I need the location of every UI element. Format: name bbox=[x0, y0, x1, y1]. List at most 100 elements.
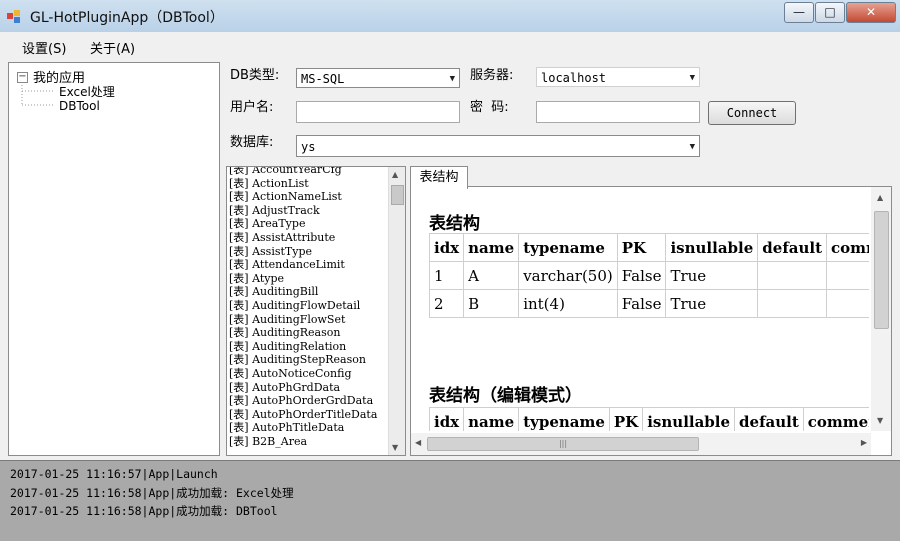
table-cell: False bbox=[616, 261, 667, 290]
scroll-up-icon[interactable]: ▲ bbox=[392, 170, 398, 179]
username-label: 用户名: bbox=[230, 100, 274, 115]
structure-hscrollbar[interactable]: ◀ ||| ▶ bbox=[411, 433, 871, 455]
username-input[interactable] bbox=[296, 101, 460, 123]
table-list-item[interactable]: [表] AssistType bbox=[229, 245, 387, 259]
menu-about[interactable]: 关于(A) bbox=[90, 38, 135, 57]
tree-lines bbox=[21, 82, 55, 106]
database-label: 数据库: bbox=[230, 135, 274, 150]
tab-structure[interactable]: 表结构 bbox=[410, 166, 468, 189]
table-list-item[interactable]: [表] AutoPhOrderGrdData bbox=[229, 394, 387, 408]
table-list-item[interactable]: [表] AutoPhTitleData bbox=[229, 421, 387, 435]
close-button[interactable]: ✕ bbox=[846, 2, 896, 23]
server-value: localhost bbox=[541, 71, 607, 85]
structure-header-row: idxnametypenamePKisnullabledefaultcommen… bbox=[428, 233, 869, 262]
table-list-item[interactable]: [表] AccountYearCfg bbox=[229, 167, 387, 177]
table-row[interactable]: 2 Bint(4) False True bbox=[428, 289, 869, 318]
scroll-down-icon[interactable]: ▼ bbox=[392, 443, 398, 452]
log-panel: 2017-01-25 11:16:57|App|Launch 2017-01-2… bbox=[0, 460, 900, 541]
table-list-item[interactable]: [表] ActionList bbox=[229, 177, 387, 191]
server-select[interactable]: localhost ▼ bbox=[536, 67, 700, 87]
structure-col-PK: PK bbox=[616, 233, 667, 262]
structure-col-default: default bbox=[757, 233, 828, 262]
structure-edit-header-row: idxnametypenamePKisnullabledefaultcommen… bbox=[428, 407, 869, 431]
table-cell: True bbox=[665, 261, 759, 290]
table-list-item[interactable]: [表] AuditingFlowDetail bbox=[229, 299, 387, 313]
structure-edit-table[interactable]: idxnametypenamePKisnullabledefaultcommen… bbox=[428, 407, 869, 431]
table-cell bbox=[757, 289, 828, 318]
table-list-item[interactable]: [表] AutoPhGrdData bbox=[229, 381, 387, 395]
structure-edit-col-PK: PK bbox=[608, 407, 644, 431]
table-cell: B bbox=[463, 289, 520, 318]
app-icon bbox=[7, 10, 20, 23]
scroll-down-icon[interactable]: ▼ bbox=[877, 416, 883, 425]
scroll-left-icon[interactable]: ◀ bbox=[415, 438, 421, 447]
table-cell bbox=[826, 261, 869, 290]
minimize-button[interactable]: — bbox=[784, 2, 814, 23]
chevron-down-icon: ▼ bbox=[449, 74, 455, 84]
table-list-item[interactable]: [表] AuditingBill bbox=[229, 285, 387, 299]
scroll-up-icon[interactable]: ▲ bbox=[877, 193, 883, 202]
structure-col-isnullable: isnullable bbox=[665, 233, 759, 262]
scroll-thumb[interactable] bbox=[391, 185, 404, 205]
password-label: 密 码: bbox=[470, 100, 509, 115]
maximize-button[interactable]: □ bbox=[815, 2, 845, 23]
structure-edit-col-idx: idx bbox=[428, 407, 465, 431]
structure-vscrollbar[interactable]: ▲ ▼ bbox=[871, 187, 891, 431]
structure-title: 表结构 bbox=[429, 214, 480, 234]
db-type-value: MS-SQL bbox=[301, 72, 345, 86]
table-list-items: [表] AccountYearCfg [表] ActionList [表] Acti… bbox=[229, 167, 387, 449]
log-line: 2017-01-25 11:16:58|App|成功加载: Excel处理 bbox=[10, 486, 294, 500]
app-window: GL-HotPluginApp（DBTool） — □ ✕ 设置(S) 关于(A… bbox=[0, 0, 900, 541]
table-cell: varchar(50) bbox=[518, 261, 618, 290]
table-list-item[interactable]: [表] AutoPhOrderTitleData bbox=[229, 408, 387, 422]
scroll-right-icon[interactable]: ▶ bbox=[861, 438, 867, 447]
structure-col-typename: typename bbox=[518, 233, 618, 262]
chevron-down-icon: ▼ bbox=[689, 142, 695, 152]
table-list-item[interactable]: [表] AutoNoticeConfig bbox=[229, 367, 387, 381]
structure-content: 表结构 idx name typename PK isnullable default co… bbox=[411, 187, 869, 431]
structure-edit-col-typename: typename bbox=[518, 407, 610, 431]
table-list[interactable]: [表] AccountYearCfg [表] ActionList [表] Acti… bbox=[226, 166, 406, 456]
table-list-item[interactable]: [表] AssistAttribute bbox=[229, 231, 387, 245]
structure-edit-col-default: default bbox=[734, 407, 804, 431]
db-type-label: DB类型: bbox=[230, 68, 280, 83]
structure-edit-title: 表结构（编辑模式） bbox=[429, 386, 582, 406]
table-list-item[interactable]: [表] ActionNameList bbox=[229, 190, 387, 204]
database-select[interactable]: ys ▼ bbox=[296, 135, 700, 157]
title-bar: GL-HotPluginApp（DBTool） — □ ✕ bbox=[0, 0, 900, 32]
table-cell bbox=[757, 261, 828, 290]
structure-table: idxnametypenamePKisnullabledefaultcommen… bbox=[428, 233, 869, 318]
app-tree: − 我的应用 Excel处理 DBTool bbox=[8, 62, 220, 456]
table-cell: True bbox=[665, 289, 759, 318]
structure-col-idx: idx bbox=[428, 233, 465, 262]
table-list-item[interactable]: [表] B2B_Area bbox=[229, 435, 387, 449]
table-list-item[interactable]: [表] AuditingFlowSet bbox=[229, 313, 387, 327]
table-list-item[interactable]: [表] AreaType bbox=[229, 217, 387, 231]
connect-button[interactable]: Connect bbox=[708, 101, 796, 125]
table-list-item[interactable]: [表] AuditingStepReason bbox=[229, 353, 387, 367]
menu-settings[interactable]: 设置(S) bbox=[22, 38, 66, 57]
log-line: 2017-01-25 11:16:58|App|成功加载: DBTool bbox=[10, 504, 278, 518]
log-line: 2017-01-25 11:16:57|App|Launch bbox=[10, 467, 218, 481]
structure-panel: 表结构 idx name typename PK isnullable default co… bbox=[410, 186, 892, 456]
table-cell: int(4) bbox=[518, 289, 618, 318]
structure-edit-col-isnullable: isnullable bbox=[642, 407, 736, 431]
table-row[interactable]: 1 Avarchar(50) False True bbox=[428, 261, 869, 290]
db-type-select[interactable]: MS-SQL ▼ bbox=[296, 68, 460, 88]
database-value: ys bbox=[301, 140, 316, 154]
table-list-item[interactable]: [表] Atype bbox=[229, 272, 387, 286]
table-list-item[interactable]: [表] AttendanceLimit bbox=[229, 258, 387, 272]
server-label: 服务器: bbox=[470, 68, 514, 83]
table-cell: False bbox=[616, 289, 667, 318]
table-cell: 2 bbox=[428, 289, 465, 318]
structure-col-name: name bbox=[463, 233, 520, 262]
table-list-scrollbar[interactable]: ▲ ▼ bbox=[388, 167, 405, 455]
table-list-item[interactable]: [表] AdjustTrack bbox=[229, 204, 387, 218]
structure-edit-col-name: name bbox=[463, 407, 520, 431]
scroll-thumb[interactable] bbox=[874, 211, 889, 329]
table-list-item[interactable]: [表] AuditingReason bbox=[229, 326, 387, 340]
chevron-down-icon: ▼ bbox=[689, 73, 695, 83]
password-input[interactable] bbox=[536, 101, 700, 123]
table-list-item[interactable]: [表] AuditingRelation bbox=[229, 340, 387, 354]
scroll-thumb[interactable]: ||| bbox=[427, 437, 699, 451]
